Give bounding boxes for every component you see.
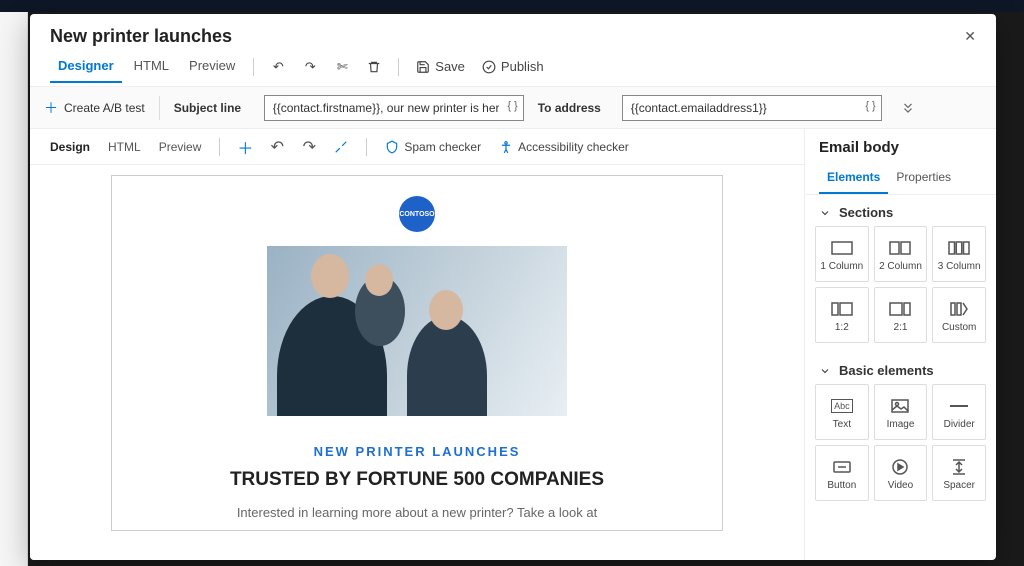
element-button[interactable]: Button [815,445,869,501]
hero-image [267,246,567,416]
section-1-2[interactable]: 1:2 [815,287,869,343]
brand-logo: CONTOSO [399,196,435,232]
accessibility-checker-button[interactable]: Accessibility checker [493,140,635,154]
element-video[interactable]: Video [874,445,928,501]
to-input[interactable] [622,95,882,121]
accessibility-icon [499,140,513,154]
chevron-down-icon [819,365,831,377]
tab-designer[interactable]: Designer [50,50,122,83]
section-3-column[interactable]: 3 Column [932,226,986,282]
column-2-icon [889,237,911,259]
panel-tab-properties[interactable]: Properties [888,164,959,194]
cut-button[interactable]: ✄ [328,55,356,79]
column-1-icon [831,237,853,259]
canvas-tab-preview[interactable]: Preview [153,136,208,158]
expand-canvas-button[interactable] [328,134,354,160]
element-text[interactable]: AbcText [815,384,869,440]
sections-header[interactable]: Sections [805,195,996,226]
custom-icon [950,298,968,320]
canvas-undo-button[interactable]: ↶ [264,134,290,160]
section-1-column[interactable]: 1 Column [815,226,869,282]
app-nav-sidebar [0,12,28,566]
token-icon[interactable]: { } [865,100,875,112]
app-top-bar [0,0,1024,12]
canvas-tab-html[interactable]: HTML [102,136,147,158]
save-label: Save [435,59,465,74]
close-icon[interactable]: ✕ [964,28,976,45]
subject-input[interactable] [264,95,524,121]
redo-icon: ↷ [302,59,318,75]
element-spacer[interactable]: Spacer [932,445,986,501]
check-circle-icon [481,59,497,75]
expand-config-button[interactable] [896,96,920,120]
email-canvas[interactable]: CONTOSO NEW PRINTER LAUNCHES TRUSTED BY … [30,165,804,560]
canvas-redo-button[interactable]: ↷ [296,134,322,160]
spacer-icon [952,456,966,478]
token-icon[interactable]: { } [507,100,517,112]
undo-button[interactable]: ↶ [264,55,292,79]
email-designer-modal: New printer launches ✕ Designer HTML Pre… [30,14,996,560]
text-icon: Abc [831,395,853,417]
save-icon [415,59,431,75]
email-eyebrow: NEW PRINTER LAUNCHES [112,444,722,459]
section-custom[interactable]: Custom [932,287,986,343]
publish-label: Publish [501,59,544,74]
tab-html[interactable]: HTML [126,50,177,83]
column-2-1-icon [889,298,911,320]
accessibility-checker-label: Accessibility checker [518,140,629,154]
subject-label: Subject line [174,101,250,115]
canvas-toolbar: Design HTML Preview ＋ ↶ ↷ Spam checker A… [30,129,804,165]
canvas-tab-design[interactable]: Design [44,136,96,158]
video-icon [892,456,908,478]
email-frame: CONTOSO NEW PRINTER LAUNCHES TRUSTED BY … [111,175,723,531]
spam-checker-label: Spam checker [404,140,481,154]
tab-preview[interactable]: Preview [181,50,243,83]
divider-icon [950,395,968,417]
add-element-button[interactable]: ＋ [232,134,258,160]
column-3-icon [948,237,970,259]
button-icon [833,456,851,478]
trash-icon [366,59,382,75]
ab-label: Create A/B test [64,101,145,115]
email-lead: Interested in learning more about a new … [112,505,722,520]
column-1-2-icon [831,298,853,320]
chevron-down-icon [819,207,831,219]
undo-icon: ↶ [270,59,286,75]
section-2-column[interactable]: 2 Column [874,226,928,282]
panel-title: Email body [805,129,996,164]
panel-tab-elements[interactable]: Elements [819,164,888,194]
scissors-icon: ✄ [334,59,350,75]
image-icon [891,395,909,417]
section-2-1[interactable]: 2:1 [874,287,928,343]
create-ab-test-button[interactable]: ＋ Create A/B test [44,98,145,118]
page-title: New printer launches [50,26,232,47]
shield-icon [385,140,399,154]
delete-button[interactable] [360,55,388,79]
publish-button[interactable]: Publish [475,55,550,79]
plus-icon: ＋ [44,98,58,118]
spam-checker-button[interactable]: Spam checker [379,140,487,154]
email-config-row: ＋ Create A/B test Subject line { } To ad… [30,87,996,129]
email-headline: TRUSTED BY FORTUNE 500 COMPANIES [112,469,722,491]
basic-elements-header[interactable]: Basic elements [805,353,996,384]
main-tab-bar: Designer HTML Preview ↶ ↷ ✄ Save Publish [30,47,996,87]
redo-button[interactable]: ↷ [296,55,324,79]
to-label: To address [538,101,608,115]
save-button[interactable]: Save [409,55,471,79]
elements-panel: Email body Elements Properties Sections … [804,129,996,560]
element-divider[interactable]: Divider [932,384,986,440]
element-image[interactable]: Image [874,384,928,440]
